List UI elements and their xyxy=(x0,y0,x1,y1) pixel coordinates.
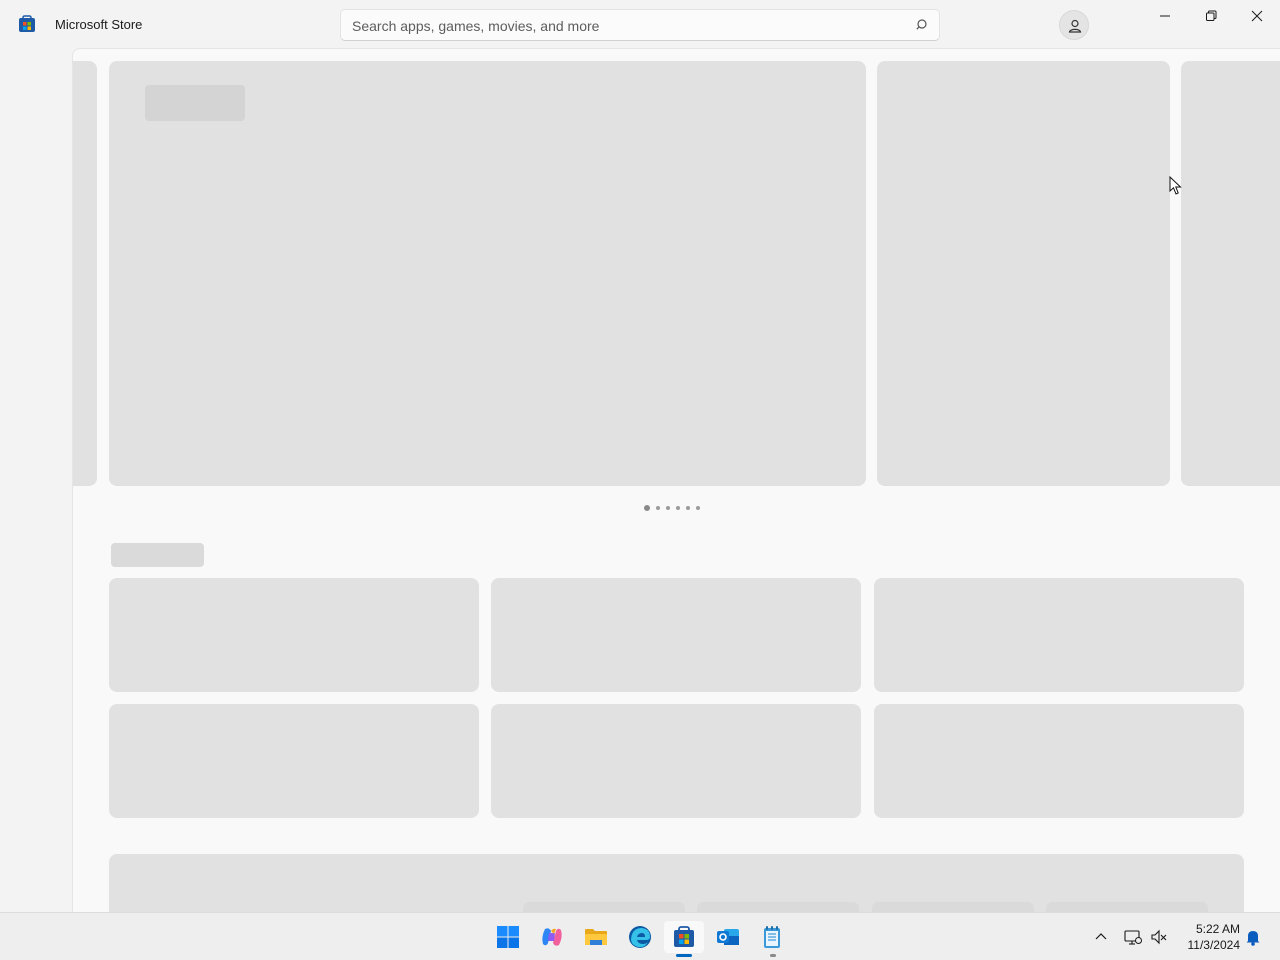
section-heading-placeholder xyxy=(111,543,204,567)
network-icon[interactable] xyxy=(1123,927,1143,947)
minimize-icon xyxy=(1160,15,1170,17)
clock-time: 5:22 AM xyxy=(1195,922,1240,936)
hero-card-previous[interactable] xyxy=(73,61,97,486)
hero-title-placeholder xyxy=(145,85,245,121)
copilot-icon xyxy=(542,928,562,946)
system-clock[interactable]: 5:22 AM 11/3/2024 xyxy=(1176,921,1241,953)
close-button[interactable] xyxy=(1234,0,1280,32)
app-tile-placeholder[interactable] xyxy=(874,704,1244,818)
restore-button[interactable] xyxy=(1188,0,1234,32)
restore-icon xyxy=(1206,10,1217,21)
carousel-pager[interactable] xyxy=(644,505,700,511)
show-hidden-icons-chevron-up-icon[interactable] xyxy=(1091,927,1111,947)
app-tile-placeholder[interactable] xyxy=(491,578,861,692)
app-tile-placeholder[interactable] xyxy=(874,578,1244,692)
copilot-button[interactable] xyxy=(532,921,572,953)
search-icon[interactable] xyxy=(915,17,931,33)
notification-bell-icon[interactable] xyxy=(1243,927,1263,947)
store-icon xyxy=(674,926,694,947)
app-tile-placeholder[interactable] xyxy=(109,704,479,818)
clock-date: 11/3/2024 xyxy=(1187,938,1241,952)
collection-item-placeholder xyxy=(523,902,685,912)
title-bar: Microsoft Store Search apps, games, movi… xyxy=(0,0,1280,48)
notepad-button[interactable] xyxy=(752,921,792,953)
start-icon xyxy=(497,926,519,948)
app-tile-placeholder[interactable] xyxy=(109,578,479,692)
volume-muted-icon[interactable] xyxy=(1149,927,1169,947)
person-icon xyxy=(1068,19,1082,33)
carousel-dot[interactable] xyxy=(656,506,660,510)
close-icon xyxy=(1251,10,1263,22)
start-button[interactable] xyxy=(488,921,528,953)
open-app-indicator xyxy=(770,954,776,957)
profile-button[interactable] xyxy=(1059,10,1089,40)
microsoft-store-app-icon xyxy=(19,15,35,32)
hero-card-secondary[interactable] xyxy=(877,61,1170,486)
search-input[interactable]: Search apps, games, movies, and more xyxy=(352,18,599,34)
mouse-cursor xyxy=(1169,176,1182,195)
microsoft-store-taskbar-button[interactable] xyxy=(664,921,704,953)
collection-item-placeholder xyxy=(872,902,1034,912)
hero-card-next[interactable] xyxy=(1181,61,1280,486)
store-home-content xyxy=(72,48,1280,912)
notepad-icon xyxy=(764,926,780,948)
collection-item-placeholder xyxy=(1046,902,1208,912)
collection-banner-placeholder[interactable] xyxy=(109,854,1244,912)
outlook-button[interactable] xyxy=(708,921,748,953)
outlook-icon xyxy=(717,929,739,945)
edge-icon xyxy=(629,926,651,948)
carousel-dot[interactable] xyxy=(676,506,680,510)
carousel-dot[interactable] xyxy=(686,506,690,510)
carousel-dot[interactable] xyxy=(696,506,700,510)
file-explorer-icon xyxy=(585,929,607,945)
minimize-button[interactable] xyxy=(1142,0,1188,32)
edge-button[interactable] xyxy=(620,921,660,953)
hero-card-main[interactable] xyxy=(109,61,866,486)
carousel-dot[interactable] xyxy=(666,506,670,510)
search-box[interactable]: Search apps, games, movies, and more xyxy=(340,9,940,41)
app-tile-placeholder[interactable] xyxy=(491,704,861,818)
collection-item-placeholder xyxy=(697,902,859,912)
taskbar: 5:22 AM 11/3/2024 xyxy=(0,912,1280,960)
active-app-indicator xyxy=(676,954,692,957)
app-title: Microsoft Store xyxy=(55,17,143,32)
file-explorer-button[interactable] xyxy=(576,921,616,953)
carousel-dot[interactable] xyxy=(644,505,650,511)
